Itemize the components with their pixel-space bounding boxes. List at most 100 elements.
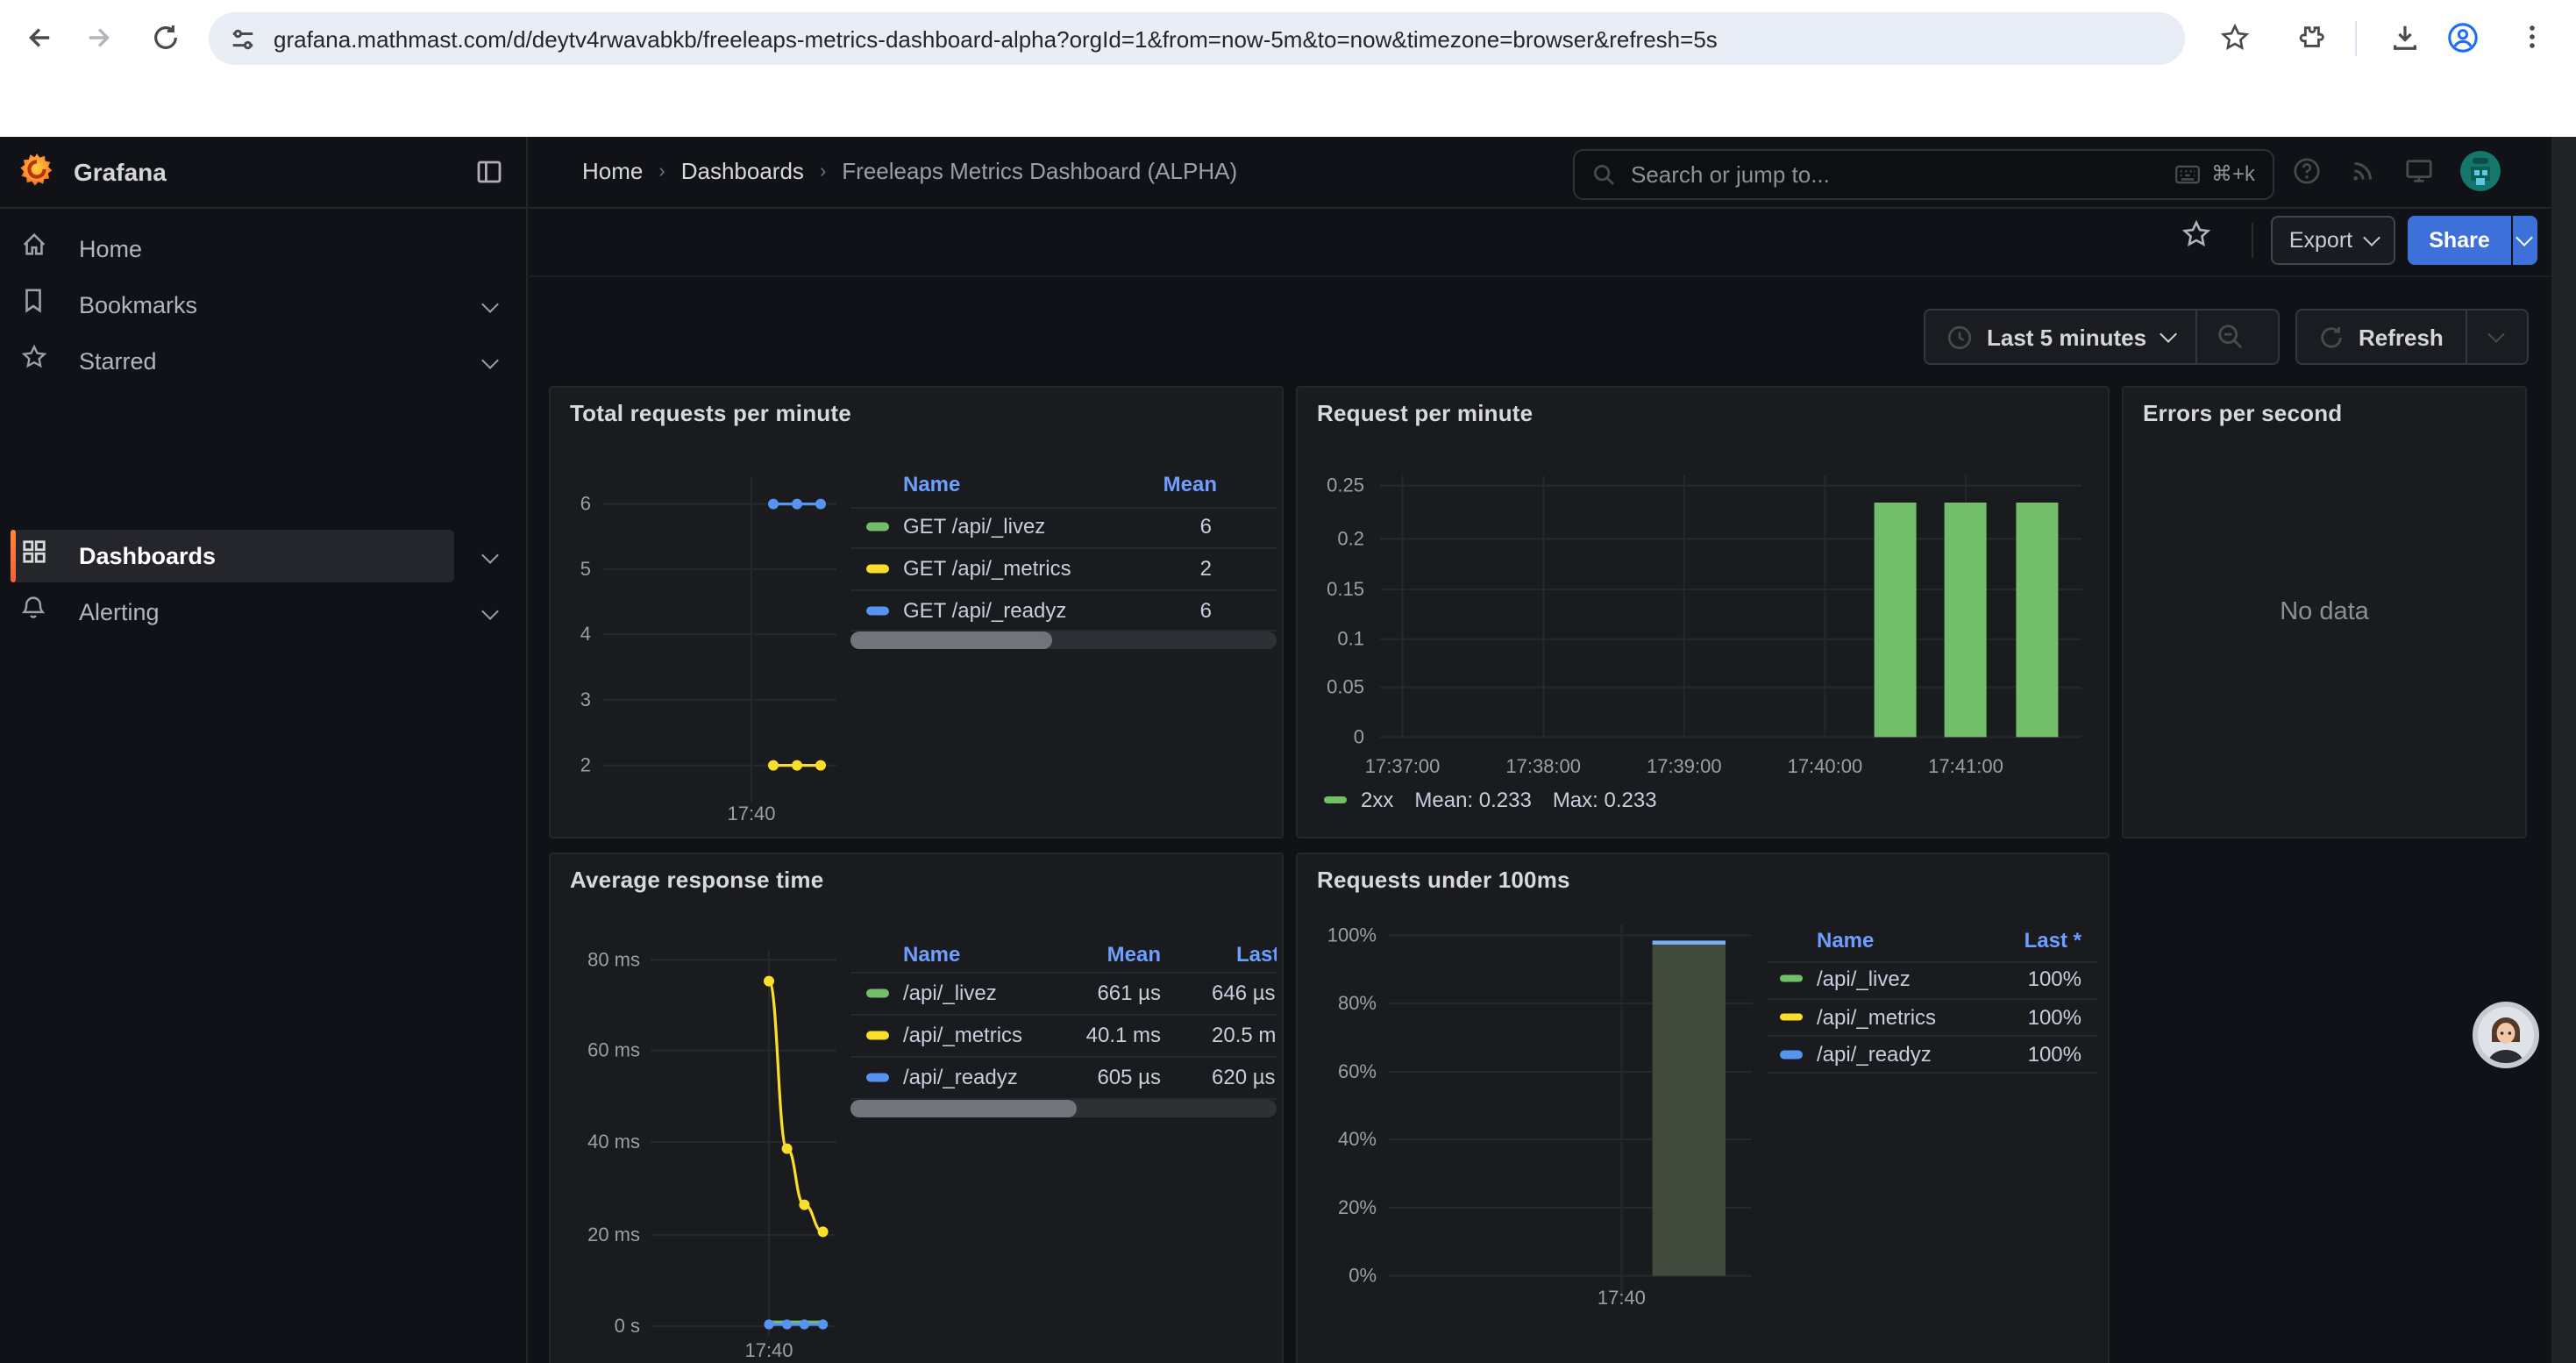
favorite-star-icon[interactable] — [2181, 218, 2211, 248]
dashboard-toolbar: Export Share — [526, 206, 2576, 276]
search-box[interactable]: ⌘+k — [1573, 148, 2274, 199]
share-button[interactable]: Share — [2408, 215, 2511, 264]
legend-value: 100% — [2028, 1042, 2081, 1067]
time-range-group: Last 5 minutes — [1924, 309, 2280, 365]
svg-text:6: 6 — [580, 493, 591, 515]
legend-series-name[interactable]: 2xx — [1361, 788, 1393, 812]
legend-table: NameLast */api/_livez100%/api/_metrics10… — [1768, 854, 2097, 1363]
refresh-interval-chevron[interactable] — [2468, 333, 2526, 340]
legend-scrollbar-thumb[interactable] — [850, 632, 1052, 649]
share-menu-button[interactable] — [2512, 215, 2537, 264]
svg-text:60%: 60% — [1338, 1060, 1377, 1082]
legend-series-name[interactable]: /api/_metrics — [1817, 1004, 1936, 1029]
page-scrollbar[interactable] — [2551, 137, 2576, 1363]
svg-text:17:38:00: 17:38:00 — [1505, 755, 1581, 777]
legend-value: 605 µs — [1097, 1065, 1161, 1089]
legend-series-name[interactable]: /api/_metrics — [903, 1023, 1022, 1047]
chevron-down-icon[interactable] — [481, 546, 499, 564]
svg-text:20%: 20% — [1338, 1196, 1377, 1218]
sidebar-item-bookmarks[interactable]: Bookmarks — [0, 279, 526, 332]
toolbar-divider — [2355, 21, 2357, 56]
legend-value: 661 µs — [1097, 981, 1161, 1005]
refresh-label[interactable]: Refresh — [2359, 324, 2444, 350]
legend-series-pill — [866, 1074, 889, 1081]
back-icon[interactable] — [23, 23, 53, 53]
legend-series-name[interactable]: /api/_readyz — [903, 1065, 1018, 1089]
sidebar-item-label: Bookmarks — [79, 292, 197, 318]
legend-value: 40.1 ms — [1086, 1023, 1161, 1047]
reload-icon[interactable] — [151, 23, 181, 53]
refresh-icon — [2318, 324, 2345, 350]
sidebar-item-alerting[interactable]: Alerting — [0, 586, 526, 639]
legend-value: 620 µs — [1212, 1065, 1276, 1089]
sidebar-item-starred[interactable]: Starred — [0, 335, 526, 388]
legend-series-name[interactable]: GET /api/_metrics — [903, 556, 1071, 581]
keyboard-icon — [2174, 164, 2201, 183]
legend-series-name[interactable]: /api/_livez — [903, 981, 997, 1005]
assistant-avatar-overlay[interactable] — [2473, 1002, 2539, 1068]
chevron-down-icon[interactable] — [481, 352, 499, 369]
legend-scrollbar-thumb[interactable] — [850, 1099, 1077, 1117]
nav-icons — [2292, 137, 2501, 206]
export-button[interactable]: Export — [2271, 215, 2395, 264]
extensions-icon[interactable] — [2295, 23, 2325, 53]
sidebar-item-home[interactable]: Home — [0, 223, 526, 275]
panel-errors-per-second: Errors per second No data — [2122, 386, 2527, 838]
legend-header-name: Name — [903, 941, 960, 966]
dashboards-grid-icon — [21, 539, 47, 574]
legend-header-mean: Mean — [1107, 941, 1161, 966]
breadcrumb-home[interactable]: Home — [582, 159, 643, 185]
help-icon[interactable] — [2292, 157, 2322, 187]
site-settings-icon[interactable] — [230, 25, 256, 52]
grafana-app: Grafana Home › Dashboards › Freeleaps Me… — [0, 137, 2576, 1363]
legend-series-name[interactable]: GET /api/_readyz — [903, 598, 1066, 623]
svg-text:40 ms: 40 ms — [587, 1131, 640, 1152]
request-per-minute-chart[interactable]: 0.250.20.150.10.05017:37:0017:38:0017:39… — [1298, 388, 2108, 837]
chevron-down-icon[interactable] — [2160, 325, 2177, 343]
user-avatar[interactable] — [2460, 152, 2501, 192]
legend-separator — [1768, 997, 2097, 999]
bookmark-star-icon[interactable] — [2220, 23, 2250, 53]
profile-icon[interactable] — [2446, 21, 2480, 54]
downloads-icon[interactable] — [2390, 23, 2420, 53]
time-range-label[interactable]: Last 5 minutes — [1987, 324, 2146, 350]
legend-series-name[interactable]: /api/_readyz — [1817, 1042, 1932, 1067]
legend-series-pill — [866, 523, 889, 531]
svg-text:17:40:00: 17:40:00 — [1788, 755, 1863, 777]
legend-series-name[interactable]: /api/_livez — [1817, 966, 1911, 990]
share-label: Share — [2429, 227, 2490, 252]
svg-text:0.25: 0.25 — [1327, 475, 1364, 496]
breadcrumb-dashboards[interactable]: Dashboards — [681, 159, 804, 185]
legend-series-pill — [1780, 974, 1803, 982]
forward-icon[interactable] — [86, 23, 116, 53]
breadcrumb: Home › Dashboards › Freeleaps Metrics Da… — [582, 137, 1237, 206]
svg-text:0.1: 0.1 — [1337, 628, 1364, 650]
svg-text:100%: 100% — [1327, 924, 1377, 946]
chevron-down-icon[interactable] — [481, 603, 499, 620]
sidebar-item-dashboards[interactable]: Dashboards — [0, 530, 526, 582]
search-input[interactable] — [1627, 159, 2174, 189]
legend-series-pill — [866, 989, 889, 997]
breadcrumb-chevron-icon: › — [820, 161, 826, 182]
export-label: Export — [2289, 227, 2352, 252]
legend-separator — [850, 547, 1277, 549]
legend-series-pill — [866, 1031, 889, 1039]
legend-series-name[interactable]: GET /api/_livez — [903, 514, 1045, 539]
chart-svg: 0.250.20.150.10.05017:37:0017:38:0017:39… — [1298, 388, 2108, 837]
sidebar-item-label: Home — [79, 236, 142, 262]
chevron-down-icon[interactable] — [481, 296, 499, 313]
zoom-out-icon[interactable] — [2197, 323, 2262, 351]
svg-text:17:40: 17:40 — [727, 803, 775, 824]
kiosk-monitor-icon[interactable] — [2404, 157, 2434, 187]
svg-text:20 ms: 20 ms — [587, 1224, 640, 1245]
clock-icon — [1946, 324, 1973, 350]
news-rss-icon[interactable] — [2348, 157, 2378, 187]
browser-menu-icon[interactable] — [2518, 23, 2546, 51]
address-bar[interactable] — [209, 12, 2185, 65]
sidebar-item-label: Starred — [79, 348, 157, 375]
search-icon — [1592, 162, 1615, 185]
svg-text:0.05: 0.05 — [1327, 676, 1364, 698]
legend-separator — [850, 1013, 1277, 1015]
legend-value: 100% — [2028, 966, 2081, 990]
url-input[interactable] — [274, 25, 2115, 52]
